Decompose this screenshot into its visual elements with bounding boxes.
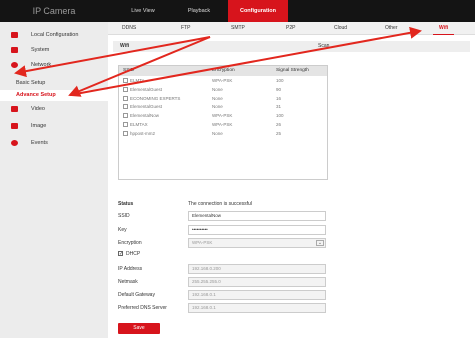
arrow-to-wifi-tab xyxy=(69,26,422,96)
arrow-to-advance-setup xyxy=(68,36,211,97)
annotation-arrows xyxy=(14,26,422,97)
arrow-to-network xyxy=(14,36,211,78)
